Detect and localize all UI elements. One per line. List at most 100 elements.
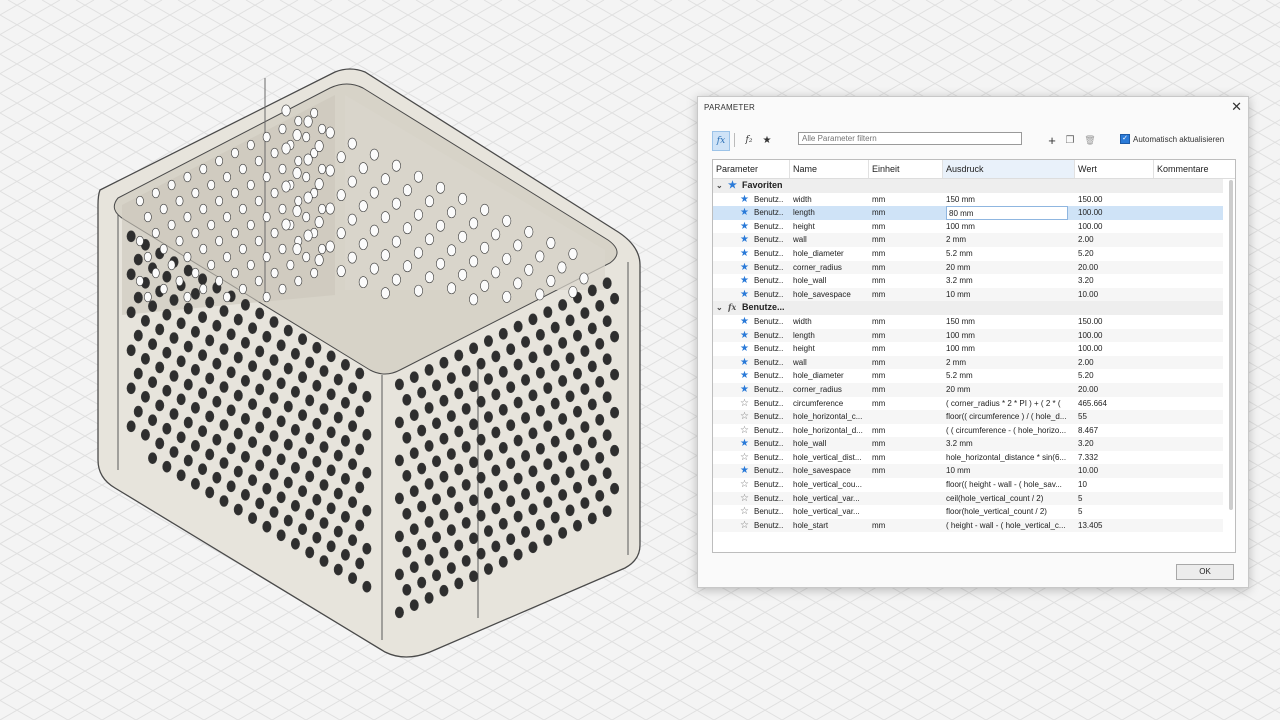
table-row[interactable]: ★ Benutz.. length mm 100 mm 100.00 [713,328,1223,343]
table-row[interactable]: ☆ Benutz.. hole_horizontal_c... floor(( cir… [713,410,1223,424]
perforation-hole [325,126,335,139]
table-row[interactable]: ★ Benutz.. wall mm 2 mm 2.00 [713,355,1223,370]
filter-input[interactable] [798,132,1022,145]
perforation-hole [199,203,208,215]
expression-cell[interactable]: hole_horizontal_distance * sin(6... [946,451,1072,465]
chevron-down-icon[interactable]: ⌄ [716,179,723,193]
favorite-star-icon[interactable]: ☆ [740,410,749,424]
favorite-star-icon[interactable]: ☆ [740,519,749,533]
favorite-star-icon[interactable]: ★ [740,206,749,220]
expression-cell[interactable]: 10 mm [946,288,1072,302]
favorite-star-icon[interactable]: ★ [740,437,749,451]
fx-function-icon[interactable]: f₂ [742,131,756,149]
table-row[interactable]: ★ Benutz.. corner_radius mm 20 mm 20.00 [713,382,1223,397]
copy-icon[interactable]: ❐ [1064,131,1076,149]
favorite-star-icon[interactable]: ★ [740,356,749,370]
table-scrollbar[interactable] [1229,180,1233,510]
fx-icon[interactable]: fx [712,131,730,151]
favorite-star-icon[interactable]: ★ [740,193,749,207]
table-row[interactable]: ☆ Benutz.. hole_horizontal_d... mm ( ( circu… [713,424,1223,438]
column-header-expression[interactable]: Ausdruck [943,160,1075,178]
table-row[interactable]: ★ Benutz.. corner_radius mm 20 mm 20.00 [713,260,1223,275]
expression-cell[interactable]: floor(( circumference ) / ( hole_d... [946,410,1072,424]
expression-cell[interactable]: 2 mm [946,233,1072,247]
chevron-down-icon[interactable]: ⌄ [716,301,723,315]
favorite-star-icon[interactable]: ☆ [740,492,749,506]
table-row[interactable]: ☆ Benutz.. hole_vertical_var... ceil(hole_v… [713,491,1223,506]
add-parameter-icon[interactable]: + [1046,131,1058,149]
favorite-star-icon[interactable]: ★ [740,247,749,261]
table-row[interactable]: ★ Benutz.. width mm 150 mm 150.00 [713,315,1223,329]
favorite-star-icon[interactable]: ★ [740,261,749,275]
expression-cell[interactable]: ( height - wall - ( hole_vertical_c... [946,519,1072,533]
ok-button[interactable]: OK [1176,564,1234,580]
table-row[interactable]: ★ Benutz.. hole_diameter mm 5.2 mm 5.20 [713,247,1223,261]
table-group-row[interactable]: ⌄ fx Benutze... [713,301,1223,315]
column-header-parameter[interactable]: Parameter [713,160,790,178]
expression-cell[interactable]: 150 mm [946,193,1072,207]
table-row[interactable]: ★ Benutz.. height mm 100 mm 100.00 [713,220,1223,234]
expression-edit-field[interactable]: 80 mm [946,206,1068,220]
close-icon[interactable]: ✕ [1231,99,1242,115]
column-header-comments[interactable]: Kommentare [1154,160,1235,178]
perforation-hole [283,438,293,451]
expression-cell[interactable]: ( corner_radius * 2 * PI ) + ( 2 * ( [946,397,1072,411]
star-icon[interactable]: ★ [760,131,774,149]
favorite-star-icon[interactable]: ★ [740,288,749,302]
favorite-star-icon[interactable]: ★ [740,383,749,397]
column-header-value[interactable]: Wert [1075,160,1154,178]
table-row[interactable]: ★ Benutz.. hole_savespace mm 10 mm 10.00 [713,287,1223,302]
table-row[interactable]: ☆ Benutz.. hole_start mm ( height - wall - (… [713,518,1223,533]
table-row[interactable]: ☆ Benutz.. circumference mm ( corner_radius … [713,397,1223,411]
table-row[interactable]: ★ Benutz.. hole_wall mm 3.2 mm 3.20 [713,274,1223,288]
table-row[interactable]: ★ Benutz.. hole_diameter mm 5.2 mm 5.20 [713,369,1223,383]
perforation-hole [447,206,457,219]
favorite-star-icon[interactable]: ★ [740,274,749,288]
table-row[interactable]: ★ Benutz.. length mm 80 mm 100.00 [713,206,1223,220]
favorite-star-icon[interactable]: ☆ [740,505,749,519]
favorite-star-icon[interactable]: ★ [740,369,749,383]
expression-cell[interactable]: 3.2 mm [946,437,1072,451]
perforation-hole [550,511,560,524]
table-row[interactable]: ☆ Benutz.. hole_vertical_cou... floor(( hei… [713,478,1223,492]
favorite-star-icon[interactable]: ★ [740,233,749,247]
expression-cell[interactable]: 20 mm [946,383,1072,397]
expression-cell[interactable]: 100 mm [946,220,1072,234]
column-header-name[interactable]: Name [790,160,869,178]
expression-cell[interactable]: 20 mm [946,261,1072,275]
table-row[interactable]: ☆ Benutz.. hole_vertical_var... floor(hole_… [713,505,1223,519]
expression-cell[interactable]: 10 mm [946,464,1072,478]
auto-update-toggle[interactable]: ✓ Automatisch aktualisieren [1120,134,1224,144]
table-row[interactable]: ★ Benutz.. wall mm 2 mm 2.00 [713,233,1223,247]
expression-cell[interactable]: 5.2 mm [946,247,1072,261]
favorite-star-icon[interactable]: ☆ [740,424,749,438]
favorite-star-icon[interactable]: ★ [740,220,749,234]
table-row[interactable]: ★ Benutz.. hole_savespace mm 10 mm 10.00 [713,464,1223,479]
expression-cell[interactable]: 100 mm [946,342,1072,356]
expression-cell[interactable]: 3.2 mm [946,274,1072,288]
expression-cell[interactable]: floor(hole_vertical_count / 2) [946,505,1072,519]
column-header-unit[interactable]: Einheit [869,160,943,178]
table-row[interactable]: ★ Benutz.. width mm 150 mm 150.00 [713,193,1223,207]
table-row[interactable]: ★ Benutz.. hole_wall mm 3.2 mm 3.20 [713,437,1223,451]
expression-cell[interactable]: 100 mm [946,329,1072,343]
favorite-star-icon[interactable]: ★ [740,315,749,329]
perforation-hole [219,457,229,469]
favorite-star-icon[interactable]: ☆ [740,397,749,411]
favorite-star-icon[interactable]: ☆ [740,478,749,492]
checkbox-icon[interactable]: ✓ [1120,134,1130,144]
favorite-star-icon[interactable]: ★ [740,464,749,478]
table-row[interactable]: ★ Benutz.. height mm 100 mm 100.00 [713,342,1223,356]
table-group-row[interactable]: ⌄ ★ Favoriten [713,179,1223,193]
favorite-star-icon[interactable]: ☆ [740,451,749,465]
expression-cell[interactable]: floor(( height - wall - ( hole_sav... [946,478,1072,492]
expression-cell[interactable]: 5.2 mm [946,369,1072,383]
favorite-star-icon[interactable]: ★ [740,329,749,343]
table-row[interactable]: ☆ Benutz.. hole_vertical_dist... mm hole_hor… [713,451,1223,465]
expression-cell[interactable]: ceil(hole_vertical_count / 2) [946,492,1072,506]
favorite-star-icon[interactable]: ★ [740,342,749,356]
trash-icon[interactable]: 🗑 [1084,131,1096,149]
expression-cell[interactable]: 2 mm [946,356,1072,370]
expression-cell[interactable]: 150 mm [946,315,1072,329]
expression-cell[interactable]: ( ( circumference - ( hole_horizo... [946,424,1072,438]
